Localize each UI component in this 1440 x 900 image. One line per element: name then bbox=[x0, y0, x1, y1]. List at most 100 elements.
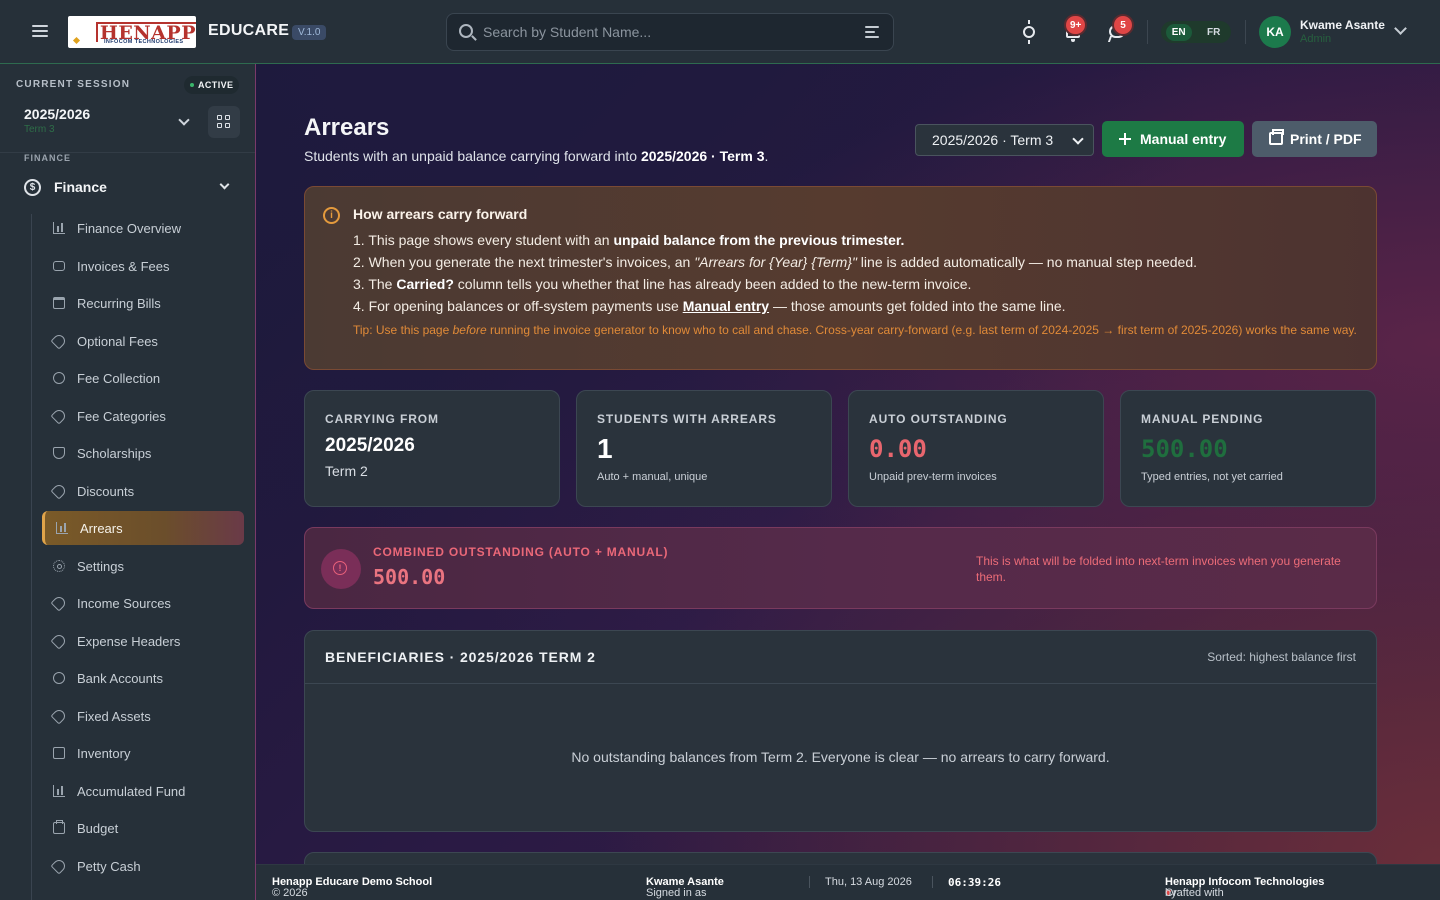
search-input[interactable] bbox=[483, 14, 863, 50]
sidebar-item-arrears[interactable]: Arrears bbox=[42, 511, 244, 545]
info-callout: i How arrears carry forward 1. This page… bbox=[304, 186, 1377, 370]
sidebar-item-label: Arrears bbox=[80, 521, 123, 536]
stat-label: STUDENTS WITH ARREARS bbox=[597, 412, 777, 426]
stat-note: Unpaid prev-term invoices bbox=[869, 471, 997, 483]
info-text: — those amounts get folded into the same… bbox=[769, 298, 1066, 314]
shield-icon bbox=[53, 447, 65, 459]
filter-icon[interactable] bbox=[865, 26, 879, 38]
info-text: line is added automatically — no manual … bbox=[856, 254, 1198, 270]
session-status-badge: ACTIVE bbox=[184, 76, 240, 94]
sidebar-item-recurring-bills[interactable]: Recurring Bills bbox=[42, 286, 244, 320]
info-tip: Tip: Use this page before running the in… bbox=[353, 322, 1358, 338]
bar-chart-icon bbox=[53, 784, 65, 797]
sidebar-item-optional-fees[interactable]: Optional Fees bbox=[42, 324, 244, 358]
sidebar-item-label: Settings bbox=[77, 558, 124, 574]
printer-icon bbox=[1269, 129, 1284, 145]
sidebar-item-scholarships[interactable]: Scholarships bbox=[42, 436, 244, 470]
top-bar: HENAPP INFOCOM TECHNOLOGIES EDUCARE V.1.… bbox=[0, 0, 1440, 64]
sidebar-item-discounts[interactable]: Discounts bbox=[42, 474, 244, 508]
footer-credit: Crafted with ♥ by: Henapp Infocom Techno… bbox=[1165, 876, 1324, 899]
info-line: 2. When you generate the next trimester'… bbox=[353, 251, 1197, 273]
lang-en-button[interactable]: EN bbox=[1165, 23, 1192, 41]
footer-divider bbox=[809, 876, 810, 888]
sidebar-item-label: Budget bbox=[77, 821, 119, 836]
stat-card-auto-outstanding: AUTO OUTSTANDING 0.00 Unpaid prev-term i… bbox=[848, 390, 1104, 507]
bar-chart-icon bbox=[56, 522, 68, 534]
stat-card-students: STUDENTS WITH ARREARS 1 Auto + manual, u… bbox=[576, 390, 832, 507]
sidebar-item-fixed-assets[interactable]: Fixed Assets bbox=[42, 699, 244, 733]
sidebar-item-settings[interactable]: Settings bbox=[42, 549, 244, 583]
info-emphasis: "Arrears for {Year} {Term}" bbox=[694, 254, 857, 270]
finance-dollar-icon: $ bbox=[24, 179, 41, 196]
coin-icon bbox=[53, 672, 65, 684]
hamburger-menu-icon[interactable] bbox=[28, 22, 52, 42]
tag-icon bbox=[50, 632, 68, 649]
stat-card-manual-pending: MANUAL PENDING 500.00 Typed entries, not… bbox=[1120, 390, 1376, 507]
print-pdf-button[interactable]: Print / PDF bbox=[1252, 121, 1377, 157]
clipboard-icon bbox=[53, 820, 65, 834]
tag-icon bbox=[50, 594, 68, 612]
info-text: column tells you whether that line has a… bbox=[453, 276, 972, 292]
tag-icon bbox=[50, 332, 68, 349]
sidebar-item-label: Recurring Bills bbox=[77, 296, 161, 311]
sidebar-item-label: Fixed Assets bbox=[77, 708, 151, 724]
sidebar-item-budget[interactable]: Budget bbox=[42, 811, 244, 845]
sidebar-item-label: Fee Collection bbox=[77, 371, 161, 386]
user-menu-chevron-down-icon[interactable] bbox=[1394, 22, 1407, 35]
footer-divider bbox=[932, 876, 933, 888]
alert-icon bbox=[321, 549, 361, 589]
stat-label: AUTO OUTSTANDING bbox=[869, 412, 1008, 426]
copyright-text: © 2026 bbox=[272, 887, 308, 899]
avatar[interactable]: KA bbox=[1259, 16, 1291, 48]
stat-value: 2025/2026 bbox=[325, 435, 415, 456]
info-text: 4. For opening balances or off-system pa… bbox=[353, 298, 683, 314]
user-name[interactable]: Kwame Asante bbox=[1300, 18, 1385, 32]
combined-note: This is what will be folded into next-te… bbox=[976, 554, 1341, 584]
stat-note: Typed entries, not yet carried bbox=[1141, 471, 1283, 483]
subtitle-target: 2025/2026 · Term 3 bbox=[640, 148, 765, 164]
sidebar-item-bank-accounts[interactable]: Bank Accounts bbox=[42, 661, 244, 695]
sidebar-item-label: Scholarships bbox=[77, 446, 152, 461]
sidebar-item-fee-categories[interactable]: Fee Categories bbox=[42, 399, 244, 433]
lang-fr-button[interactable]: FR bbox=[1201, 24, 1226, 41]
table-divider bbox=[305, 683, 1376, 684]
stat-value: 0.00 bbox=[869, 435, 927, 463]
sidebar-item-finance-overview[interactable]: Finance Overview bbox=[42, 211, 244, 245]
sidebar-item-label: Invoices & Fees bbox=[77, 258, 170, 274]
manual-entry-link[interactable]: Manual entry bbox=[683, 298, 769, 314]
finance-chevron-down-icon[interactable] bbox=[219, 179, 230, 190]
session-chevron-down-icon[interactable] bbox=[178, 114, 190, 126]
term-select-value: 2025/2026 · Term 3 bbox=[932, 132, 1054, 148]
sidebar-item-income-sources[interactable]: Income Sources bbox=[42, 586, 244, 620]
crafted-by: by: bbox=[1165, 887, 1180, 899]
footer-clock: 06:39:26 bbox=[948, 876, 1001, 889]
card-icon bbox=[53, 260, 65, 271]
page-subtitle: Students with an unpaid balance carrying… bbox=[304, 148, 768, 164]
sidebar-item-accumulated-fund[interactable]: Accumulated Fund bbox=[42, 774, 244, 808]
sidebar-item-expense-headers[interactable]: Expense Headers bbox=[42, 624, 244, 658]
sort-note: Sorted: highest balance first bbox=[1207, 650, 1356, 664]
signed-prefix: Signed in as bbox=[646, 887, 707, 899]
sidebar-item-fee-collection[interactable]: Fee Collection bbox=[42, 361, 244, 395]
term-select[interactable]: 2025/2026 · Term 3 bbox=[915, 124, 1094, 156]
footer-date: Thu, 13 Aug 2026 bbox=[825, 876, 912, 888]
sidebar-item-inventory[interactable]: Inventory bbox=[42, 736, 244, 770]
stat-label: CARRYING FROM bbox=[325, 412, 439, 426]
apps-grid-button[interactable] bbox=[208, 106, 240, 138]
plus-icon bbox=[1119, 133, 1131, 145]
manual-entry-button[interactable]: Manual entry bbox=[1102, 121, 1244, 157]
info-emphasis: Carried? bbox=[396, 276, 454, 292]
session-year[interactable]: 2025/2026 bbox=[24, 106, 90, 122]
sidebar-item-label: Discounts bbox=[77, 483, 135, 499]
sidebar-item-label: Petty Cash bbox=[77, 858, 141, 874]
stat-value: 1 bbox=[597, 433, 613, 464]
sidebar-item-label: Optional Fees bbox=[77, 333, 158, 349]
info-icon: i bbox=[323, 207, 340, 224]
theme-toggle-sun-icon[interactable] bbox=[1017, 20, 1041, 44]
finance-group-label[interactable]: Finance bbox=[54, 179, 107, 195]
sidebar-item-label: Expense Headers bbox=[77, 633, 181, 649]
tip-text: Tip: Use this page bbox=[353, 323, 453, 337]
sidebar-item-petty-cash[interactable]: Petty Cash bbox=[42, 849, 244, 883]
user-role: Admin bbox=[1300, 33, 1332, 45]
sidebar-item-invoices-fees[interactable]: Invoices & Fees bbox=[42, 249, 244, 283]
